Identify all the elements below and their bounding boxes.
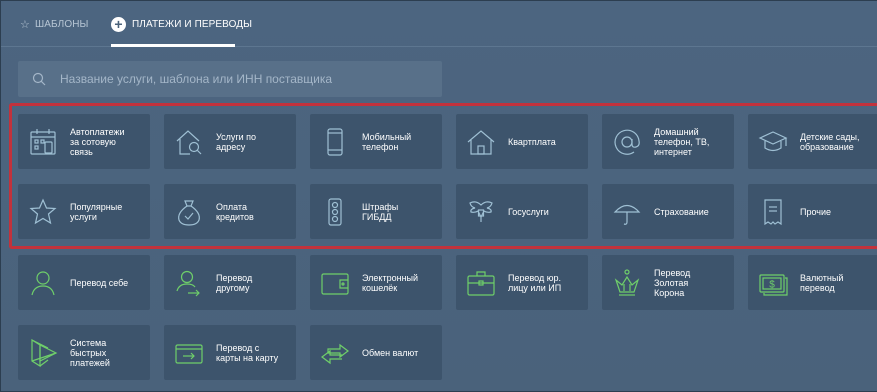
plus-circle-icon: + (111, 16, 126, 32)
tile-e-wallet[interactable]: Электронный кошелёк (310, 255, 442, 310)
person-transfer-icon (172, 266, 206, 300)
banknote-icon: $ (756, 266, 790, 300)
tile-currency-exchange-label: Обмен валют (362, 347, 419, 358)
tile-autopay-label: Автоплатежи за сотовую связь (70, 126, 125, 157)
search-box (18, 61, 442, 97)
house-icon (464, 125, 498, 159)
tile-golden-crown[interactable]: Перевод Золотая Корона (602, 255, 734, 310)
tile-other[interactable]: Прочие (748, 184, 877, 239)
tile-card-to-card-label: Перевод с карты на карту (216, 342, 279, 363)
wallet-icon (318, 266, 352, 300)
tile-e-wallet-label: Электронный кошелёк (362, 272, 419, 293)
person-icon (26, 266, 60, 300)
crown-icon (610, 266, 644, 300)
tile-education-label: Детские сады, образование (800, 131, 860, 152)
tab-templates-label: ШАБЛОНЫ (34, 18, 89, 30)
tile-transfer-self[interactable]: Перевод себе (18, 255, 150, 310)
svg-text:$: $ (769, 279, 775, 290)
tile-traffic-fines[interactable]: Штрафы ГИБДД (310, 184, 442, 239)
tile-sbp[interactable]: Система быстрых платежей (18, 325, 150, 380)
house-search-icon (172, 125, 206, 159)
tile-insurance[interactable]: Страхование (602, 184, 734, 239)
money-bag-icon (172, 195, 206, 229)
tile-address-services[interactable]: Услуги по адресу (164, 114, 296, 169)
star-icon: ☆ (20, 18, 30, 31)
tile-insurance-label: Страхование (654, 206, 709, 217)
tile-gosuslugi-label: Госуслуги (508, 206, 549, 217)
search-input[interactable] (60, 72, 430, 86)
tile-loans[interactable]: Оплата кредитов (164, 184, 296, 239)
tile-gosuslugi[interactable]: Госуслуги (456, 184, 588, 239)
tile-traffic-fines-label: Штрафы ГИБДД (362, 201, 399, 222)
at-sign-icon (610, 125, 644, 159)
tile-currency-transfer[interactable]: $ Валютный перевод (748, 255, 877, 310)
tile-transfer-other-label: Перевод другому (216, 272, 253, 293)
tile-loans-label: Оплата кредитов (216, 201, 254, 222)
tile-home-phone-tv[interactable]: Домашний телефон, ТВ, интернет (602, 114, 734, 169)
tile-card-to-card[interactable]: Перевод с карты на карту (164, 325, 296, 380)
active-tab-indicator (111, 44, 235, 47)
tile-rent[interactable]: Квартплата (456, 114, 588, 169)
traffic-light-icon (318, 195, 352, 229)
sbp-logo-icon (26, 336, 60, 370)
tile-mobile-label: Мобильный телефон (362, 131, 412, 152)
tile-transfer-self-label: Перевод себе (70, 277, 129, 288)
coat-of-arms-icon (464, 195, 498, 229)
search-icon (32, 72, 46, 86)
tile-popular[interactable]: Популярные услуги (18, 184, 150, 239)
payments-page: ☆ ШАБЛОНЫ + ПЛАТЕЖИ И ПЕРЕВОДЫ Автоплате… (0, 0, 877, 392)
graduation-cap-icon (756, 125, 790, 159)
receipt-icon (756, 195, 790, 229)
tile-rent-label: Квартплата (508, 136, 556, 147)
tile-golden-crown-label: Перевод Золотая Корона (654, 267, 691, 298)
briefcase-icon (464, 266, 498, 300)
umbrella-icon (610, 195, 644, 229)
tile-popular-label: Популярные услуги (70, 201, 123, 222)
autopay-calendar-icon (26, 125, 60, 159)
tile-autopay[interactable]: Автоплатежи за сотовую связь (18, 114, 150, 169)
tile-other-label: Прочие (800, 206, 832, 217)
mobile-phone-icon (318, 125, 352, 159)
tab-templates[interactable]: ☆ ШАБЛОНЫ (20, 1, 88, 47)
tab-payments-label: ПЛАТЕЖИ И ПЕРЕВОДЫ (132, 18, 253, 30)
tile-currency-exchange[interactable]: Обмен валют (310, 325, 442, 380)
tile-address-services-label: Услуги по адресу (216, 131, 257, 152)
tile-sbp-label: Система быстрых платежей (70, 337, 110, 368)
tab-payments[interactable]: + ПЛАТЕЖИ И ПЕРЕВОДЫ (111, 1, 252, 47)
tile-transfer-other[interactable]: Перевод другому (164, 255, 296, 310)
card-transfer-icon (172, 336, 206, 370)
tile-transfer-legal-label: Перевод юр. лицу или ИП (508, 272, 562, 293)
tile-transfer-legal[interactable]: Перевод юр. лицу или ИП (456, 255, 588, 310)
exchange-arrows-icon (318, 336, 352, 370)
tile-currency-transfer-label: Валютный перевод (800, 272, 844, 293)
tile-mobile[interactable]: Мобильный телефон (310, 114, 442, 169)
tile-home-phone-tv-label: Домашний телефон, ТВ, интернет (654, 126, 710, 157)
tab-bar: ☆ ШАБЛОНЫ + ПЛАТЕЖИ И ПЕРЕВОДЫ (1, 1, 877, 47)
tile-education[interactable]: Детские сады, образование (748, 114, 877, 169)
star-icon (26, 195, 60, 229)
